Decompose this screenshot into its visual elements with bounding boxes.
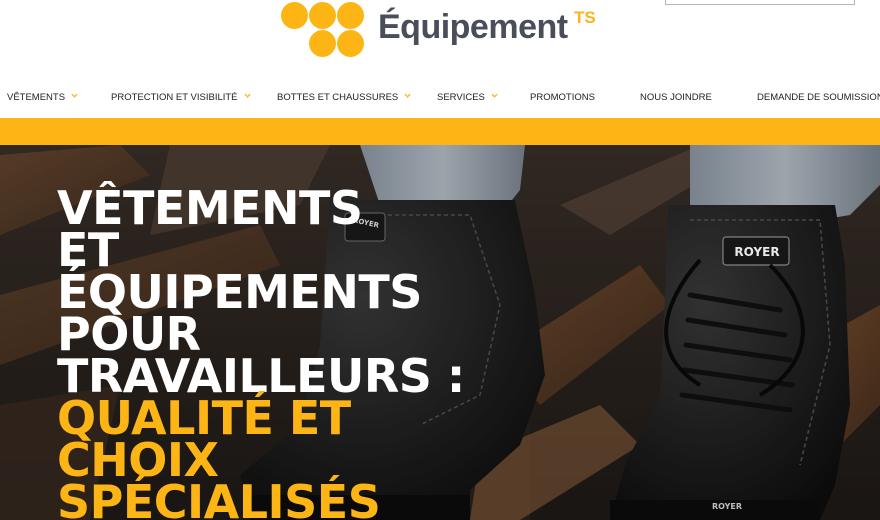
hero-headline-line: VÊTEMENTS (57, 181, 363, 235)
nav-item-bottes[interactable]: BOTTES ET CHAUSSURES (277, 86, 411, 110)
logo-dots-icon (281, 0, 367, 58)
logo-suffix: TS (574, 8, 596, 27)
accent-bar (0, 118, 880, 145)
nav-item-label: SERVICES (437, 92, 485, 103)
nav-item-protection[interactable]: PROTECTION ET VISIBILITÉ (111, 86, 251, 110)
boot-brand-label-small: ROYER (711, 502, 743, 511)
nav-item-label: PROMOTIONS (530, 92, 595, 103)
nav-item-nous-joindre[interactable]: NOUS JOINDRE (640, 86, 712, 110)
chevron-down-icon (71, 93, 78, 98)
chevron-down-icon (243, 93, 251, 98)
nav-item-services[interactable]: SERVICES (437, 86, 498, 110)
search-input[interactable] (665, 0, 855, 5)
nav-item-label: NOUS JOINDRE (640, 92, 712, 103)
boot-brand-label: ROYER (734, 245, 780, 259)
main-nav: VÊTEMENTS PROTECTION ET VISIBILITÉ BOTTE… (0, 86, 880, 110)
nav-item-label: PROTECTION ET VISIBILITÉ (111, 92, 238, 103)
hero-headline-highlight: SPÉCIALISÉS (57, 475, 381, 520)
logo-wordmark: Équipement (378, 8, 568, 46)
hero-headline: VÊTEMENTS ET ÉQUIPEMENTS POUR TRAVAILLEU… (57, 181, 497, 520)
nav-item-label: DEMANDE DE SOUMISSION (757, 92, 880, 103)
nav-item-soumission[interactable]: DEMANDE DE SOUMISSION (757, 86, 880, 110)
nav-item-label: BOTTES ET CHAUSSURES (277, 92, 399, 103)
hero-banner: ROYER ROYER ROYER VÊTEMENTS ET ÉQUIPEMEN… (0, 145, 880, 520)
site-header: Équipement TS (0, 0, 880, 78)
nav-item-promotions[interactable]: PROMOTIONS (530, 86, 595, 110)
chevron-down-icon (491, 93, 498, 98)
nav-item-label: VÊTEMENTS (7, 92, 66, 103)
nav-item-vetements[interactable]: VÊTEMENTS (7, 86, 78, 110)
site-logo[interactable]: Équipement TS (281, 0, 611, 58)
chevron-down-icon (404, 93, 411, 98)
